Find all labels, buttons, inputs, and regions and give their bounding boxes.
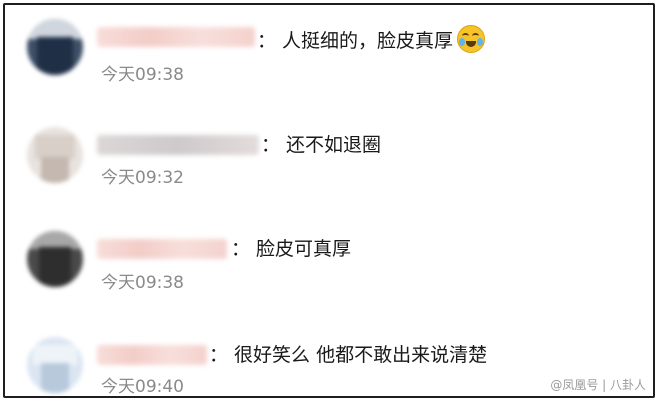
watermark: @凤凰号 | 八卦人: [550, 378, 646, 392]
comment-time: 今天09:38: [101, 65, 184, 85]
comment-text: ： 人挺细的，脸皮真厚: [257, 25, 486, 53]
avatar[interactable]: [27, 19, 83, 75]
avatar[interactable]: [27, 231, 83, 287]
comment-text: ： 脸皮可真厚: [231, 238, 352, 260]
comment-time: 今天09:32: [101, 168, 184, 188]
comment-list: ： 人挺细的，脸皮真厚 今天09:38 ： 还不如退圈 今天09:32 ： 脸皮…: [3, 3, 655, 398]
username[interactable]: [97, 135, 259, 155]
laughing-crying-emoji-icon: [457, 25, 486, 53]
username[interactable]: [97, 27, 255, 47]
comment-time: 今天09:38: [101, 273, 184, 293]
avatar[interactable]: [27, 337, 83, 393]
comment-text: ： 还不如退圈: [261, 134, 382, 156]
avatar[interactable]: [27, 127, 83, 183]
username[interactable]: [97, 239, 227, 259]
username[interactable]: [97, 345, 207, 365]
comment-text: ： 很好笑么 他都不敢出来说清楚: [209, 344, 488, 366]
comment-time: 今天09:40: [101, 377, 184, 397]
